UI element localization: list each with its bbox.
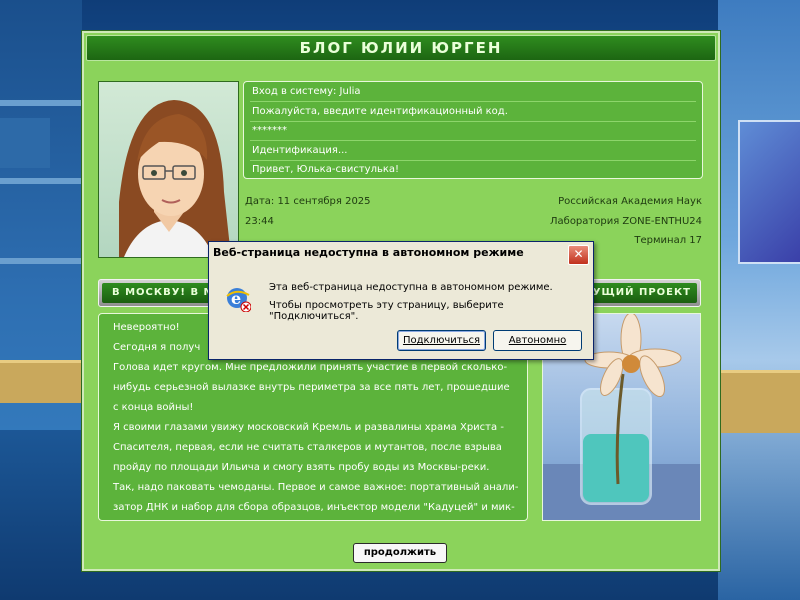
blog-title-bar: БЛОГ ЮЛИИ ЮРГЕН <box>86 35 716 61</box>
drawer-cabinet <box>0 360 82 403</box>
article-line: затор ДНК и набор для сбора образцов, ин… <box>113 502 515 513</box>
shelf-box <box>0 118 50 168</box>
connect-button-label: Подключиться <box>402 335 481 346</box>
avatar <box>98 81 239 258</box>
terminal-label: Терминал 17 <box>634 235 702 246</box>
avatar-illustration <box>119 100 231 257</box>
article-line: Сегодня я получ <box>113 342 201 353</box>
date-label: Дата: 11 сентября 2025 <box>245 196 371 207</box>
divider <box>250 121 696 122</box>
offline-dialog: Веб-страница недоступна в автономном реж… <box>208 241 594 360</box>
divider <box>250 140 696 141</box>
offline-button-label: Автономно <box>508 335 567 346</box>
shelf <box>0 178 82 184</box>
article-line: Я своими глазами увижу московский Кремль… <box>113 422 504 433</box>
close-icon[interactable]: ✕ <box>568 245 589 265</box>
article-line: Голова идет кругом. Мне предложили приня… <box>113 362 508 373</box>
lab-label: Лаборатория ZONE-ENTHU24 <box>550 216 702 227</box>
section-title-left: В МОСКВУ! В М <box>112 287 215 298</box>
drawer-cabinet <box>718 370 800 433</box>
time-label: 23:44 <box>245 216 274 227</box>
ie-offline-icon: e <box>225 286 252 313</box>
organization-label: Российская Академия Наук <box>558 196 702 207</box>
login-line: Идентификация... <box>252 145 348 156</box>
login-line: Привет, Юлька-свистулька! <box>252 164 400 175</box>
article-line: нибудь серьезной вылазке внутрь периметр… <box>113 382 510 393</box>
shelf <box>0 100 82 106</box>
article-line: Невероятно! <box>113 322 180 333</box>
dialog-message-line2: Чтобы просмотреть эту страницу, выберите… <box>269 300 504 322</box>
shelf <box>0 258 82 264</box>
dialog-title: Веб-страница недоступна в автономном реж… <box>213 246 524 259</box>
login-line: Пожалуйста, введите идентификационный ко… <box>252 106 508 117</box>
login-line: ******* <box>252 125 287 136</box>
blog-title: БЛОГ ЮЛИИ ЮРГЕН <box>299 39 503 57</box>
divider <box>250 160 696 161</box>
article-line: Спасителя, первая, если не считать сталк… <box>113 442 502 453</box>
divider <box>250 101 696 102</box>
article-line: пройду по площади Ильича и смогу взять п… <box>113 462 490 473</box>
login-console: Вход в систему: Julia Пожалуйста, введит… <box>243 81 703 179</box>
dialog-message-line1: Эта веб-страница недоступна в автономном… <box>269 282 553 293</box>
offline-button[interactable]: Автономно <box>493 330 582 351</box>
article-line: с конца войны! <box>113 402 194 413</box>
section-title-right: УЩИЙ ПРОЕКТ <box>592 287 691 298</box>
continue-button[interactable]: продолжить <box>353 543 447 563</box>
wall-poster <box>738 120 800 264</box>
dialog-title-bar: Веб-страница недоступна в автономном реж… <box>209 242 593 267</box>
connect-button[interactable]: Подключиться <box>397 330 486 351</box>
background-wall-right <box>718 0 800 600</box>
login-line: Вход в систему: Julia <box>252 86 361 97</box>
article-line: Так, надо паковать чемоданы. Первое и са… <box>113 482 519 493</box>
